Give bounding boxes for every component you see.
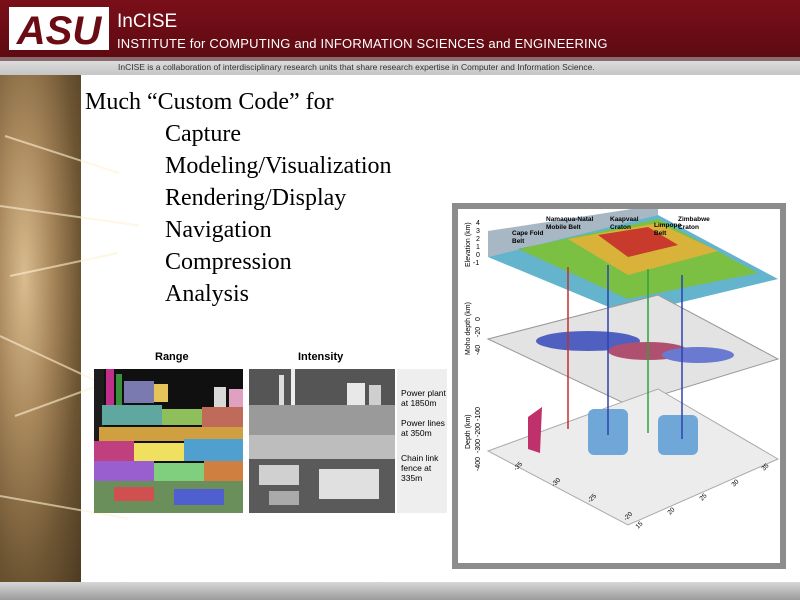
- range-label: Range: [155, 351, 189, 363]
- geology-figure-frame: Elevation (km) 4 3 2 1 0 -1 Moho depth (…: [452, 203, 786, 569]
- annotation-text: at 1850m: [401, 398, 437, 408]
- region-label: Belt: [654, 230, 667, 237]
- slide-bullets: Much “Custom Code” for Capture Modeling/…: [85, 86, 392, 310]
- geology-figure: Elevation (km) 4 3 2 1 0 -1 Moho depth (…: [458, 205, 780, 563]
- elevation-tick: 1: [476, 244, 480, 251]
- geology-visualization: Elevation (km) 4 3 2 1 0 -1 Moho depth (…: [465, 205, 780, 530]
- range-annotations: Power plant at 1850m Power lines at 350m…: [397, 369, 447, 513]
- asu-logo: ASU: [9, 7, 109, 52]
- annotation-text: Power plant: [401, 388, 446, 398]
- region-label: Zimbabwe: [678, 216, 710, 223]
- elevation-tick: -1: [473, 260, 479, 267]
- annotation-text: Chain link: [401, 453, 439, 463]
- axis-elevation-label: Elevation (km): [465, 222, 472, 267]
- intensity-label: Intensity: [298, 351, 344, 363]
- depth-tick: -400: [475, 457, 482, 471]
- bullet-item: Compression: [165, 249, 292, 275]
- bullet-heading: Much “Custom Code” for: [85, 89, 334, 115]
- depth-tick: -100: [475, 407, 482, 421]
- footer-bar: [0, 582, 800, 600]
- logo-text: ASU: [16, 9, 103, 52]
- region-label: Kaapvaal: [610, 216, 639, 223]
- range-image: [94, 369, 243, 513]
- region-label: Namaqua-Natal: [546, 216, 594, 223]
- elevation-tick: 2: [476, 236, 480, 243]
- elevation-tick: 0: [476, 252, 480, 259]
- moho-tick: -40: [475, 345, 482, 355]
- moho-tick: 0: [475, 317, 482, 321]
- annotation-text: at 350m: [401, 428, 432, 438]
- bullet-item: Navigation: [165, 217, 272, 243]
- bullet-item: Capture: [165, 121, 241, 147]
- elevation-tick: 4: [476, 220, 480, 227]
- annotation-text: Power lines: [401, 418, 445, 428]
- bullet-item: Rendering/Display: [165, 185, 347, 211]
- decorative-side-panel: [0, 75, 139, 582]
- institute-name: InCISE: [117, 11, 178, 32]
- region-label: Mobile Belt: [546, 224, 582, 231]
- intensity-image: [249, 369, 395, 513]
- tagline-text: InCISE is a collaboration of interdiscip…: [118, 62, 595, 72]
- region-label: Belt: [512, 238, 525, 245]
- region-label: Craton: [678, 224, 699, 231]
- depth-tick: -300: [475, 439, 482, 453]
- axis-depth-label: Depth (km): [465, 414, 472, 449]
- annotation-text: fence at: [401, 463, 432, 473]
- region-label: Craton: [610, 224, 631, 231]
- depth-tick: -200: [475, 423, 482, 437]
- bullet-item: Modeling/Visualization: [165, 153, 392, 179]
- institute-full-name: INSTITUTE for COMPUTING and INFORMATION …: [117, 36, 608, 51]
- moho-tick: -20: [475, 327, 482, 337]
- bullet-item: Analysis: [165, 281, 249, 307]
- elevation-tick: 3: [476, 228, 480, 235]
- annotation-text: 335m: [401, 473, 423, 483]
- region-label: Cape Fold: [512, 230, 543, 237]
- axis-moho-label: Moho depth (km): [465, 302, 472, 355]
